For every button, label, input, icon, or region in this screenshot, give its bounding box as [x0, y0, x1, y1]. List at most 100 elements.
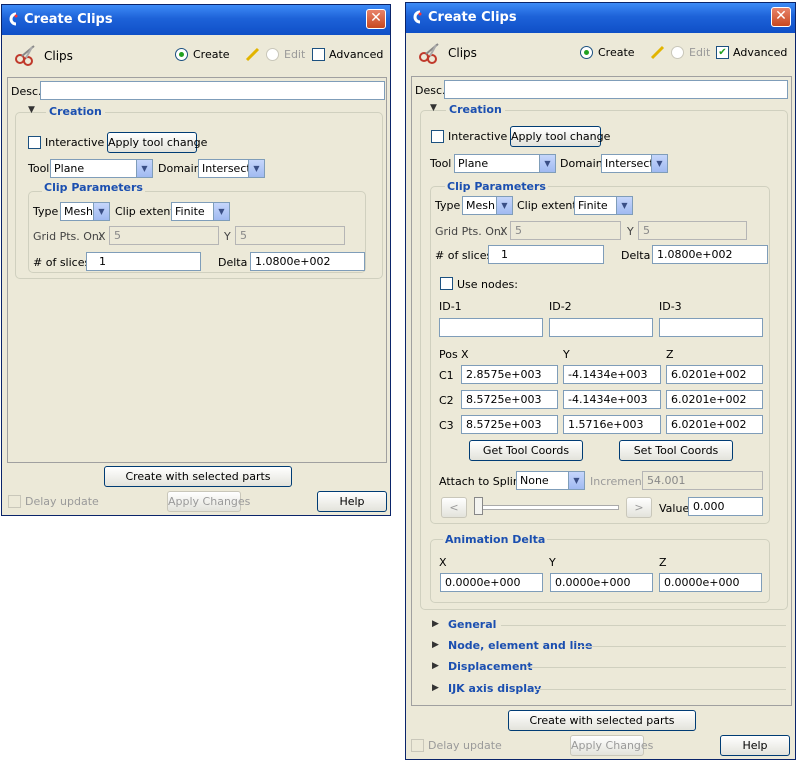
c1-x-input[interactable]: 2.8575e+003: [461, 365, 558, 384]
c1-y-input[interactable]: -4.1434e+003: [563, 365, 661, 384]
delay-update-checkbox[interactable]: [8, 495, 21, 508]
node-element-line-section[interactable]: Node, element and line: [448, 639, 592, 652]
c3-label: C3: [439, 419, 454, 432]
get-tool-coords-button[interactable]: Get Tool Coords: [469, 440, 583, 461]
create-with-selected-parts-button[interactable]: Create with selected parts: [508, 710, 696, 731]
slider-next-button[interactable]: >: [626, 497, 652, 518]
interactive-checkbox[interactable]: [28, 136, 41, 149]
chevron-down-icon: ▼: [539, 155, 555, 172]
c3-y-input[interactable]: 1.5716e+003: [563, 415, 661, 434]
animation-delta-group: [430, 539, 770, 603]
desc-input[interactable]: [444, 80, 788, 99]
general-section[interactable]: General: [448, 618, 496, 631]
advanced-checkbox[interactable]: [312, 48, 325, 61]
type-label: Type: [435, 199, 461, 212]
apply-changes-button[interactable]: Apply Changes: [570, 735, 653, 756]
grid-y-input[interactable]: 5: [638, 221, 747, 240]
chevron-down-icon: ▼: [93, 203, 109, 220]
col-z-label: Z: [666, 348, 674, 361]
c2-z-input[interactable]: 6.0201e+002: [666, 390, 763, 409]
apply-tool-change-button[interactable]: Apply tool change: [510, 126, 610, 147]
type-select[interactable]: Mesh ▼: [462, 196, 513, 215]
mode-edit-radio[interactable]: [266, 48, 279, 61]
slider-prev-button[interactable]: <: [441, 497, 467, 518]
value-input[interactable]: 0.000: [688, 497, 763, 516]
grid-y-input[interactable]: 5: [235, 226, 345, 245]
grid-x-input[interactable]: 5: [510, 221, 621, 240]
mode-create-label: Create: [193, 48, 230, 61]
tool-select[interactable]: Plane ▼: [50, 159, 153, 178]
delay-update-checkbox[interactable]: [411, 739, 424, 752]
increment-input[interactable]: 54.001: [642, 471, 763, 490]
set-tool-coords-button[interactable]: Set Tool Coords: [619, 440, 733, 461]
value-slider-track[interactable]: [474, 505, 619, 510]
delta-input[interactable]: 1.0800e+002: [652, 245, 768, 264]
c1-z-input[interactable]: 6.0201e+002: [666, 365, 763, 384]
collapse-triangle-icon[interactable]: ▼: [430, 103, 437, 113]
interactive-label: Interactive: [448, 130, 508, 143]
clip-extent-select[interactable]: Finite ▼: [574, 196, 633, 215]
anim-y-input[interactable]: 0.0000e+000: [550, 573, 653, 592]
domain-select[interactable]: Intersect ▼: [198, 159, 265, 178]
slices-input[interactable]: 1: [488, 245, 604, 264]
expand-triangle-icon[interactable]: ▶: [432, 640, 439, 650]
slices-input[interactable]: 1: [86, 252, 201, 271]
anim-z-label: Z: [659, 556, 667, 569]
close-button[interactable]: ✕: [771, 7, 791, 27]
c2-x-input[interactable]: 8.5725e+003: [461, 390, 558, 409]
close-button[interactable]: ✕: [366, 9, 386, 29]
desc-input[interactable]: [40, 81, 385, 100]
apply-changes-button[interactable]: Apply Changes: [167, 491, 250, 512]
id2-input[interactable]: [549, 318, 653, 337]
id3-label: ID-3: [659, 300, 682, 313]
window-title: Create Clips: [428, 10, 517, 25]
id1-label: ID-1: [439, 300, 462, 313]
domain-select[interactable]: Intersect ▼: [601, 154, 668, 173]
clip-extent-select-value: Finite: [175, 205, 205, 218]
ijk-axis-display-section[interactable]: IJK axis display: [448, 682, 541, 695]
mode-create-radio[interactable]: [175, 48, 188, 61]
apply-tool-change-button[interactable]: Apply tool change: [107, 132, 207, 153]
grid-pts-label: Grid Pts. On:: [435, 225, 505, 238]
value-slider-thumb[interactable]: [474, 497, 483, 515]
c2-y-input[interactable]: -4.1434e+003: [563, 390, 661, 409]
interactive-checkbox[interactable]: [431, 130, 444, 143]
advanced-checkbox[interactable]: ✔: [716, 46, 729, 59]
expand-triangle-icon[interactable]: ▶: [432, 619, 439, 629]
tool-select[interactable]: Plane ▼: [454, 154, 556, 173]
grid-x-label: X: [500, 225, 508, 238]
create-with-selected-parts-button[interactable]: Create with selected parts: [104, 466, 292, 487]
creation-header[interactable]: Creation: [446, 103, 505, 116]
displacement-section[interactable]: Displacement: [448, 660, 533, 673]
c3-z-input[interactable]: 6.0201e+002: [666, 415, 763, 434]
id2-label: ID-2: [549, 300, 572, 313]
mode-edit-label: Edit: [689, 46, 711, 59]
attach-to-spline-select[interactable]: None ▼: [516, 471, 585, 490]
tool-label: Tool: [430, 157, 452, 170]
delay-update-label: Delay update: [25, 495, 99, 508]
collapse-triangle-icon[interactable]: ▼: [28, 105, 35, 115]
help-button[interactable]: Help: [720, 735, 790, 756]
desc-label: Desc.: [11, 85, 42, 98]
grid-x-input[interactable]: 5: [109, 226, 219, 245]
delta-label: Delta: [621, 249, 651, 262]
clip-extent-select[interactable]: Finite ▼: [171, 202, 230, 221]
expand-triangle-icon[interactable]: ▶: [432, 661, 439, 671]
type-select[interactable]: Mesh ▼: [60, 202, 110, 221]
use-nodes-checkbox[interactable]: [440, 277, 453, 290]
c3-x-input[interactable]: 8.5725e+003: [461, 415, 558, 434]
help-button[interactable]: Help: [317, 491, 387, 512]
mode-create-radio[interactable]: [580, 46, 593, 59]
expand-triangle-icon[interactable]: ▶: [432, 683, 439, 693]
c2-label: C2: [439, 394, 454, 407]
id3-input[interactable]: [659, 318, 763, 337]
col-x-label: X: [461, 348, 469, 361]
mode-edit-radio[interactable]: [671, 46, 684, 59]
creation-header[interactable]: Creation: [46, 105, 105, 118]
anim-z-input[interactable]: 0.0000e+000: [659, 573, 762, 592]
slices-label: # of slices: [33, 256, 91, 269]
chevron-down-icon: ▼: [651, 155, 667, 172]
id1-input[interactable]: [439, 318, 543, 337]
anim-x-input[interactable]: 0.0000e+000: [440, 573, 543, 592]
delta-input[interactable]: 1.0800e+002: [250, 252, 365, 271]
